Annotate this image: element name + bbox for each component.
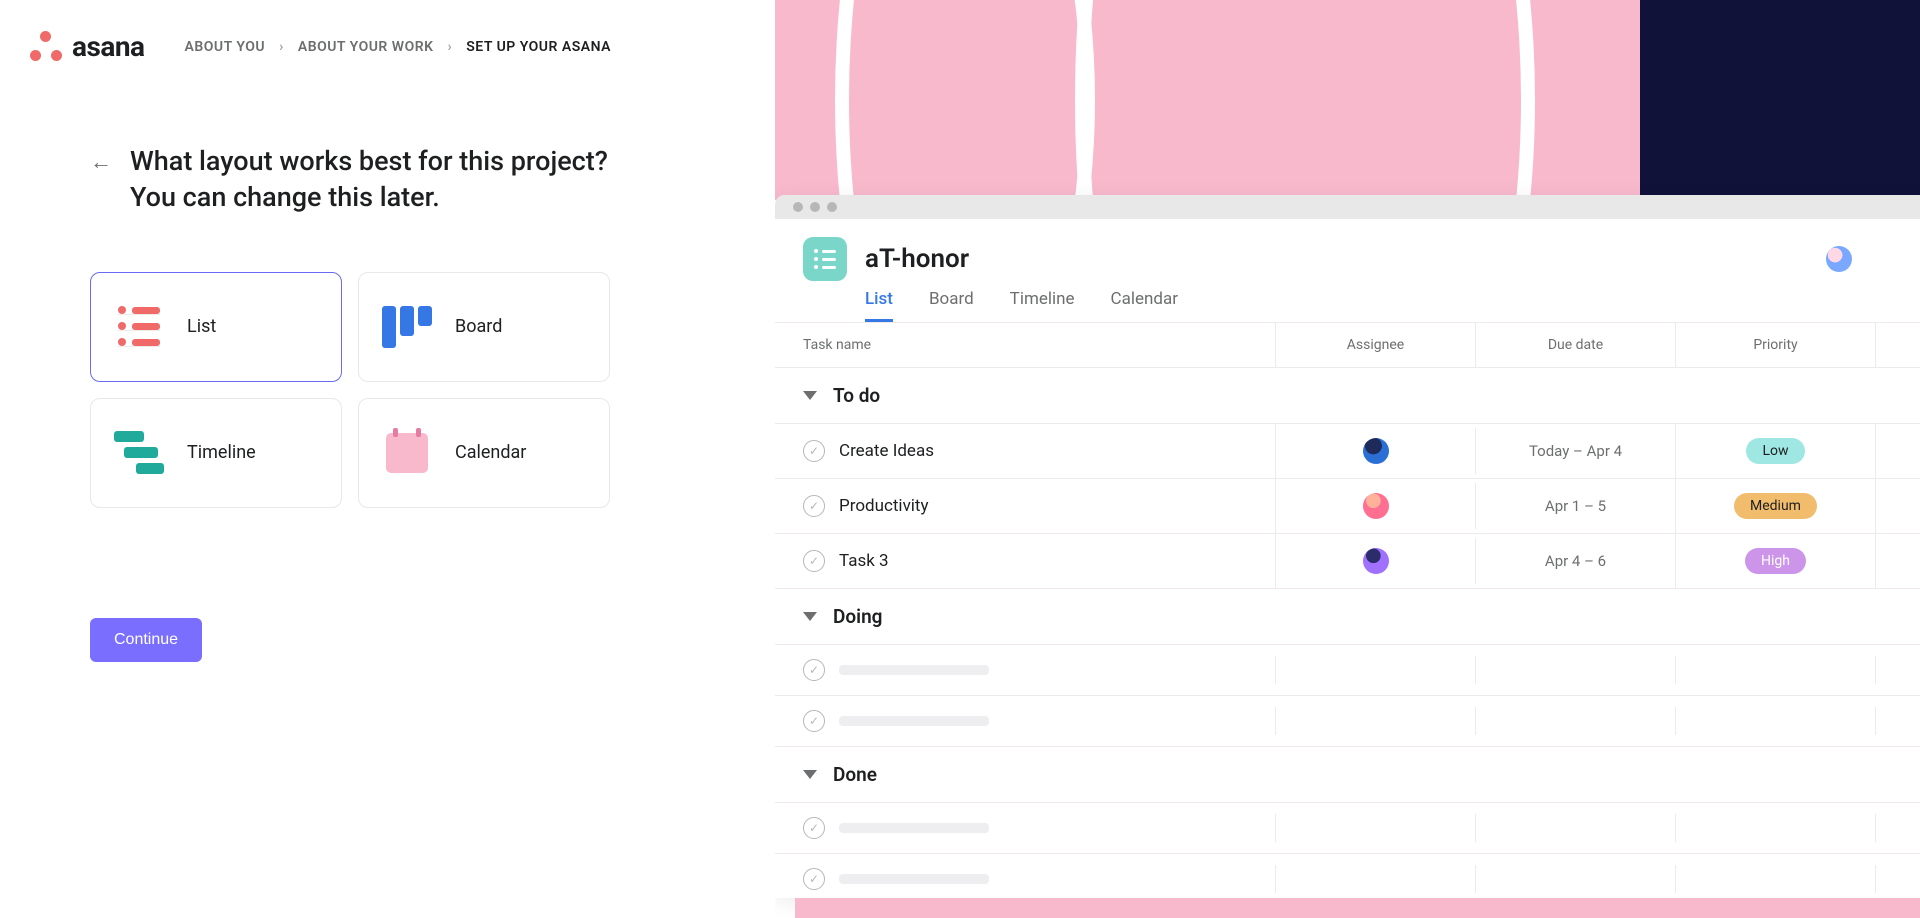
- section-name: Done: [833, 763, 877, 786]
- page-title: What layout works best for this project?…: [130, 143, 610, 216]
- tab-list[interactable]: List: [865, 289, 893, 322]
- col-taskname: Task name: [775, 323, 1275, 367]
- layout-option-timeline[interactable]: Timeline: [90, 398, 342, 508]
- layout-option-label: Board: [455, 316, 502, 337]
- board-icon: [383, 303, 431, 351]
- skeleton: [839, 823, 989, 833]
- check-icon[interactable]: [803, 817, 825, 839]
- layout-option-list[interactable]: List: [90, 272, 342, 382]
- layout-option-calendar[interactable]: Calendar: [358, 398, 610, 508]
- decorative-bg-navy: [1640, 0, 1920, 195]
- chevron-down-icon: [803, 612, 817, 621]
- assignee-avatar[interactable]: [1363, 548, 1389, 574]
- section-name: To do: [833, 384, 880, 407]
- skeleton: [839, 716, 989, 726]
- project-title: aT-honor: [865, 244, 969, 274]
- timeline-icon: [115, 429, 163, 477]
- task-name: Task 3: [839, 551, 889, 571]
- skeleton: [839, 874, 989, 884]
- check-icon[interactable]: [803, 440, 825, 462]
- asana-logo: asana: [30, 30, 145, 63]
- table-row[interactable]: [775, 803, 1920, 854]
- project-icon: [803, 237, 847, 281]
- column-headers: Task name Assignee Due date Priority Sta…: [775, 322, 1920, 368]
- check-icon[interactable]: [803, 495, 825, 517]
- chevron-right-icon: ›: [279, 39, 284, 55]
- table-row[interactable]: [775, 696, 1920, 747]
- col-status: Status: [1875, 323, 1920, 367]
- task-name: Productivity: [839, 496, 929, 516]
- preview-window: aT-honor List Board Timeline Calendar Ta…: [775, 195, 1920, 898]
- avatar[interactable]: [1826, 246, 1852, 272]
- section-header[interactable]: Doing: [775, 589, 1920, 645]
- calendar-icon: [383, 429, 431, 477]
- check-icon[interactable]: [803, 659, 825, 681]
- assignee-avatar[interactable]: [1363, 493, 1389, 519]
- breadcrumb-step-setup: SET UP YOUR ASANA: [466, 39, 611, 55]
- priority-badge: Medium: [1734, 493, 1817, 519]
- chevron-down-icon: [803, 770, 817, 779]
- chevron-right-icon: ›: [448, 39, 453, 55]
- table-row[interactable]: [775, 854, 1920, 898]
- layout-option-label: Timeline: [187, 442, 256, 463]
- col-duedate: Due date: [1475, 323, 1675, 367]
- assignee-avatar[interactable]: [1363, 438, 1389, 464]
- asana-wordmark: asana: [72, 30, 145, 63]
- asana-dots-icon: [30, 31, 62, 63]
- check-icon[interactable]: [803, 550, 825, 572]
- tab-calendar[interactable]: Calendar: [1111, 289, 1178, 322]
- list-icon: [115, 303, 163, 351]
- priority-badge: High: [1745, 548, 1806, 574]
- layout-option-label: List: [187, 316, 216, 337]
- due-date: Apr 4 – 6: [1475, 538, 1675, 584]
- table-row[interactable]: Productivity Apr 1 – 5 Medium At risk: [775, 479, 1920, 534]
- breadcrumb-step-about-you[interactable]: ABOUT YOU: [185, 39, 266, 55]
- tab-board[interactable]: Board: [929, 289, 974, 322]
- tab-timeline[interactable]: Timeline: [1010, 289, 1075, 322]
- task-name: Create Ideas: [839, 441, 934, 461]
- table-row[interactable]: Create Ideas Today – Apr 4 Low On track: [775, 424, 1920, 479]
- table-row[interactable]: Task 3 Apr 4 – 6 High Off track: [775, 534, 1920, 589]
- col-assignee: Assignee: [1275, 323, 1475, 367]
- breadcrumb: ABOUT YOU › ABOUT YOUR WORK › SET UP YOU…: [185, 39, 611, 55]
- breadcrumb-step-about-work[interactable]: ABOUT YOUR WORK: [298, 39, 434, 55]
- skeleton: [839, 665, 989, 675]
- layout-option-board[interactable]: Board: [358, 272, 610, 382]
- decorative-bg-bottom: [795, 898, 1920, 918]
- back-arrow-icon[interactable]: ←: [90, 149, 112, 175]
- due-date: Today – Apr 4: [1475, 428, 1675, 474]
- due-date: Apr 1 – 5: [1475, 483, 1675, 529]
- section-header[interactable]: To do: [775, 368, 1920, 424]
- check-icon[interactable]: [803, 868, 825, 890]
- section-name: Doing: [833, 605, 883, 628]
- decorative-bg-pink: [775, 0, 1695, 200]
- col-priority: Priority: [1675, 323, 1875, 367]
- table-row[interactable]: [775, 645, 1920, 696]
- check-icon[interactable]: [803, 710, 825, 732]
- section-header[interactable]: Done: [775, 747, 1920, 803]
- continue-button[interactable]: Continue: [90, 618, 202, 662]
- priority-badge: Low: [1746, 438, 1804, 464]
- layout-option-label: Calendar: [455, 442, 526, 463]
- chevron-down-icon: [803, 391, 817, 400]
- window-controls: [775, 195, 1920, 219]
